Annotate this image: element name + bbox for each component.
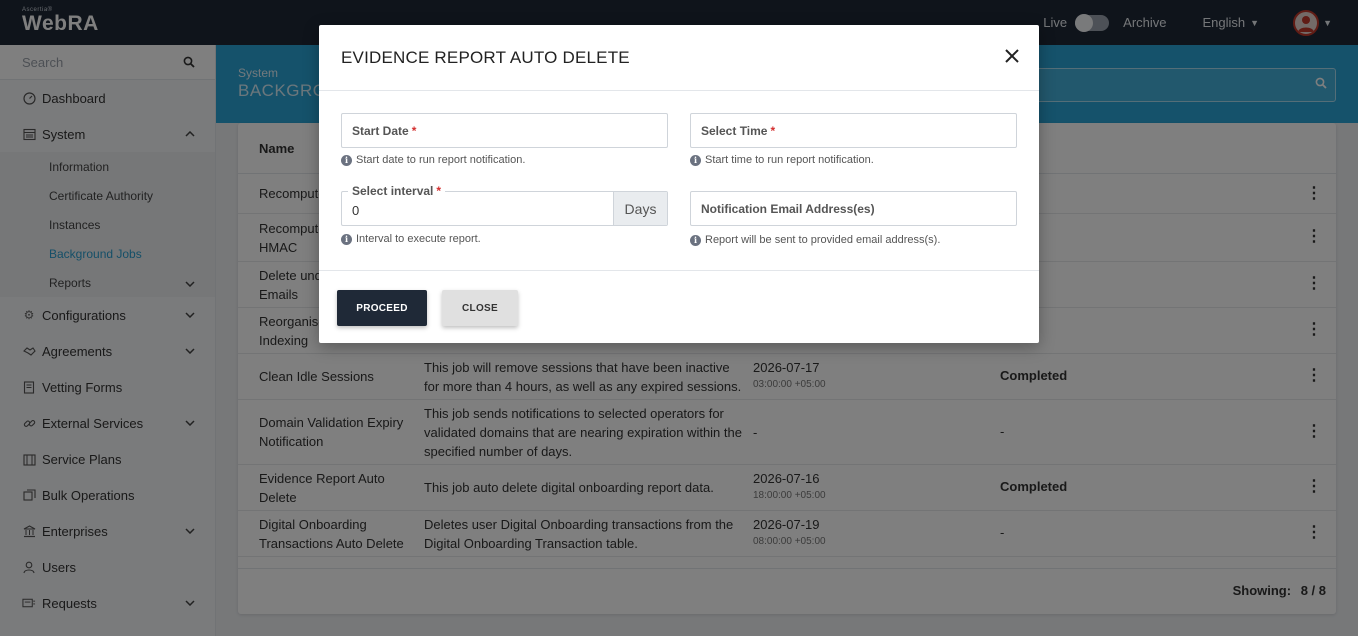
- start-date-label-text: Start Date: [352, 124, 409, 138]
- close-button[interactable]: CLOSE: [442, 290, 518, 326]
- info-icon: i: [690, 234, 701, 246]
- interval-unit-addon: Days: [613, 192, 667, 225]
- interval-hint-text: Interval to execute report.: [356, 233, 481, 245]
- info-icon: i: [341, 154, 352, 166]
- select-time-hint: i Start time to run report notification.: [690, 154, 874, 166]
- start-date-label: Start Date *: [352, 124, 416, 138]
- interval-label: Select interval *: [348, 184, 446, 198]
- required-mark: *: [436, 184, 442, 198]
- evidence-report-modal: EVIDENCE REPORT AUTO DELETE Start Date * …: [319, 25, 1039, 343]
- interval-hint: i Interval to execute report.: [341, 233, 481, 245]
- modal-title: EVIDENCE REPORT AUTO DELETE: [341, 48, 630, 67]
- proceed-button[interactable]: PROCEED: [337, 290, 427, 326]
- modal-header: EVIDENCE REPORT AUTO DELETE: [319, 25, 1039, 91]
- start-date-hint: i Start date to run report notification.: [341, 154, 525, 166]
- select-time-label-text: Select Time: [701, 124, 768, 138]
- info-icon: i: [341, 233, 352, 245]
- interval-label-text: Select interval: [352, 184, 434, 198]
- required-mark: *: [411, 124, 417, 138]
- start-date-hint-text: Start date to run report notification.: [356, 154, 526, 166]
- interval-field[interactable]: Select interval * 0 Days: [341, 184, 668, 226]
- notification-email-placeholder: Notification Email Address(es): [701, 202, 875, 216]
- notification-email-hint-text: Report will be sent to provided email ad…: [705, 234, 941, 246]
- interval-input[interactable]: 0: [352, 203, 359, 218]
- notification-email-hint: i Report will be sent to provided email …: [690, 234, 940, 246]
- modal-footer: PROCEED CLOSE: [319, 270, 1039, 343]
- info-icon: i: [690, 154, 701, 166]
- start-date-field[interactable]: Start Date *: [341, 113, 668, 148]
- notification-email-field[interactable]: Notification Email Address(es): [690, 191, 1017, 226]
- select-time-hint-text: Start time to run report notification.: [705, 154, 874, 166]
- select-time-label: Select Time *: [701, 124, 775, 138]
- close-icon[interactable]: [1005, 47, 1019, 67]
- select-time-field[interactable]: Select Time *: [690, 113, 1017, 148]
- required-mark: *: [770, 124, 776, 138]
